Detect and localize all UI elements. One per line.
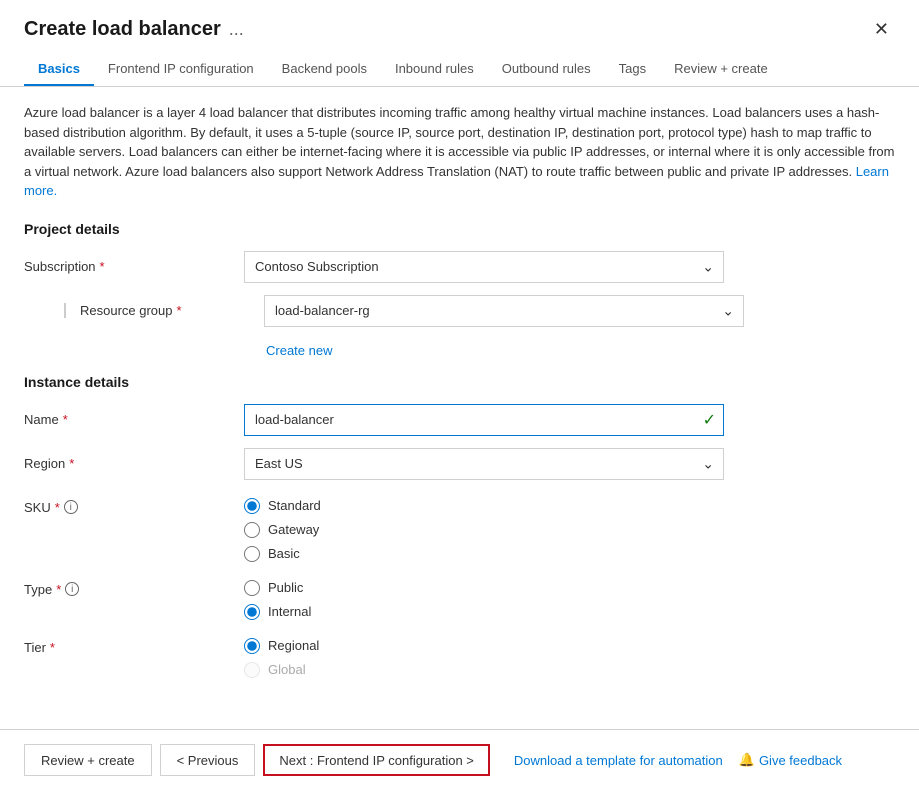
panel-title-text: Create load balancer bbox=[24, 18, 221, 41]
sku-row: SKU * i Standard Gateway Basic bbox=[24, 492, 895, 562]
region-label: Region * bbox=[24, 456, 244, 471]
sku-basic-label: Basic bbox=[268, 546, 300, 561]
sku-standard-option[interactable]: Standard bbox=[244, 498, 321, 514]
description-text: Azure load balancer is a layer 4 load ba… bbox=[24, 103, 895, 201]
footer-links: Download a template for automation 🔔 Giv… bbox=[514, 752, 842, 768]
region-select[interactable]: East US bbox=[244, 448, 724, 480]
tab-basics[interactable]: Basics bbox=[24, 53, 94, 86]
sku-label: SKU * i bbox=[24, 498, 244, 515]
type-label: Type * i bbox=[24, 580, 244, 597]
panel-title-ellipsis: ... bbox=[229, 19, 244, 40]
region-row: Region * East US bbox=[24, 448, 895, 480]
tab-inbound-rules[interactable]: Inbound rules bbox=[381, 53, 488, 86]
name-input[interactable] bbox=[244, 404, 724, 436]
resource-group-select[interactable]: load-balancer-rg bbox=[264, 295, 744, 327]
sku-basic-option[interactable]: Basic bbox=[244, 546, 321, 562]
tier-regional-radio[interactable] bbox=[244, 638, 260, 654]
tab-review-create[interactable]: Review + create bbox=[660, 53, 782, 86]
sku-info-icon: i bbox=[64, 500, 78, 514]
sku-standard-label: Standard bbox=[268, 498, 321, 513]
tier-radio-group: Regional Global bbox=[244, 638, 319, 678]
subscription-required: * bbox=[100, 259, 105, 274]
type-public-option[interactable]: Public bbox=[244, 580, 311, 596]
feedback-icon: 🔔 bbox=[739, 752, 755, 768]
type-internal-radio[interactable] bbox=[244, 604, 260, 620]
type-public-radio[interactable] bbox=[244, 580, 260, 596]
name-check-icon: ✓ bbox=[703, 410, 716, 430]
project-details-title: Project details bbox=[24, 221, 895, 237]
create-load-balancer-panel: Create load balancer ... ✕ Basics Fronte… bbox=[0, 0, 919, 790]
sku-standard-radio[interactable] bbox=[244, 498, 260, 514]
type-info-icon: i bbox=[65, 582, 79, 596]
tab-frontend-ip[interactable]: Frontend IP configuration bbox=[94, 53, 268, 86]
give-feedback-link[interactable]: 🔔 Give feedback bbox=[739, 752, 842, 768]
project-details-section: Project details Subscription * Contoso S… bbox=[24, 221, 895, 358]
panel-header: Create load balancer ... ✕ bbox=[0, 0, 919, 41]
previous-button[interactable]: < Previous bbox=[160, 744, 256, 776]
resource-group-label: Resource group * bbox=[64, 303, 264, 318]
subscription-select-wrapper: Contoso Subscription bbox=[244, 251, 724, 283]
type-internal-label: Internal bbox=[268, 604, 311, 619]
close-button[interactable]: ✕ bbox=[868, 18, 895, 40]
instance-details-section: Instance details Name * ✓ Region * bbox=[24, 374, 895, 678]
tier-global-radio[interactable] bbox=[244, 662, 260, 678]
region-select-wrapper: East US bbox=[244, 448, 724, 480]
tier-global-label: Global bbox=[268, 662, 306, 677]
tier-row: Tier * Regional Global bbox=[24, 632, 895, 678]
type-public-label: Public bbox=[268, 580, 303, 595]
footer: Review + create < Previous Next : Fronte… bbox=[0, 729, 919, 790]
type-radio-group: Public Internal bbox=[244, 580, 311, 620]
tier-label: Tier * bbox=[24, 638, 244, 655]
panel-title: Create load balancer ... bbox=[24, 18, 244, 41]
resource-group-row: Resource group * load-balancer-rg bbox=[44, 295, 895, 327]
sku-radio-group: Standard Gateway Basic bbox=[244, 498, 321, 562]
tier-regional-label: Regional bbox=[268, 638, 319, 653]
sku-gateway-radio[interactable] bbox=[244, 522, 260, 538]
resource-group-select-wrapper: load-balancer-rg bbox=[264, 295, 744, 327]
tab-outbound-rules[interactable]: Outbound rules bbox=[488, 53, 605, 86]
subscription-row: Subscription * Contoso Subscription bbox=[24, 251, 895, 283]
panel-content: Azure load balancer is a layer 4 load ba… bbox=[0, 87, 919, 729]
name-row: Name * ✓ bbox=[24, 404, 895, 436]
name-input-wrapper: ✓ bbox=[244, 404, 724, 436]
tab-backend-pools[interactable]: Backend pools bbox=[268, 53, 381, 86]
review-create-button[interactable]: Review + create bbox=[24, 744, 152, 776]
sku-gateway-option[interactable]: Gateway bbox=[244, 522, 321, 538]
download-template-link[interactable]: Download a template for automation bbox=[514, 753, 723, 768]
type-internal-option[interactable]: Internal bbox=[244, 604, 311, 620]
tab-bar: Basics Frontend IP configuration Backend… bbox=[0, 53, 919, 87]
next-button[interactable]: Next : Frontend IP configuration > bbox=[263, 744, 490, 776]
create-new-link[interactable]: Create new bbox=[266, 343, 895, 358]
name-label: Name * bbox=[24, 412, 244, 427]
tab-tags[interactable]: Tags bbox=[605, 53, 660, 86]
subscription-select[interactable]: Contoso Subscription bbox=[244, 251, 724, 283]
subscription-label: Subscription * bbox=[24, 259, 244, 274]
instance-details-title: Instance details bbox=[24, 374, 895, 390]
sku-basic-radio[interactable] bbox=[244, 546, 260, 562]
tier-global-option[interactable]: Global bbox=[244, 662, 319, 678]
type-row: Type * i Public Internal bbox=[24, 574, 895, 620]
sku-gateway-label: Gateway bbox=[268, 522, 319, 537]
tier-regional-option[interactable]: Regional bbox=[244, 638, 319, 654]
